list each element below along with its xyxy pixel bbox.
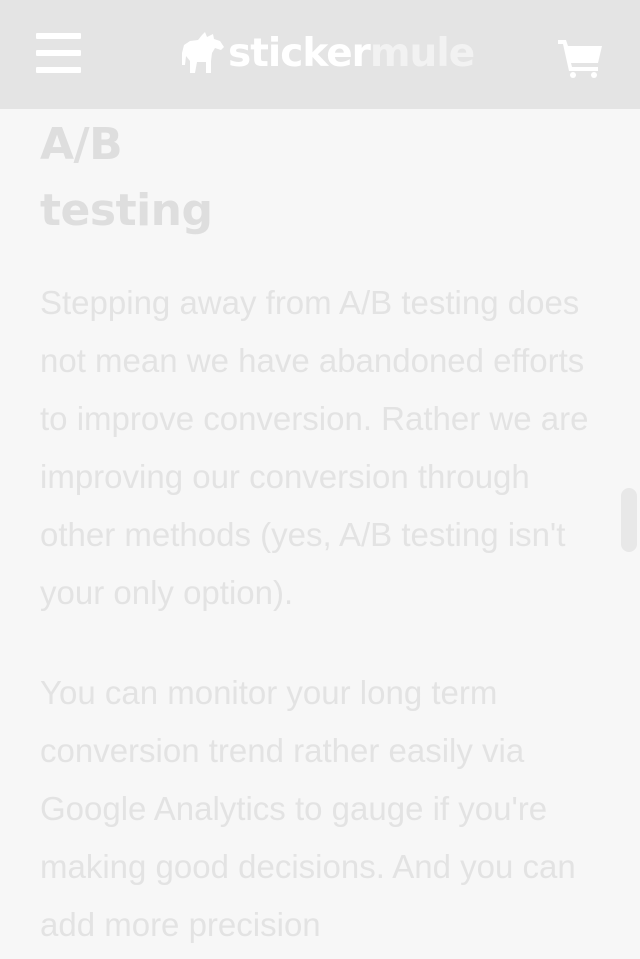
menu-line (36, 67, 81, 73)
mule-logo-icon (182, 32, 224, 73)
stickermule-logo[interactable]: sticker mule (180, 28, 475, 78)
paragraph: Stepping away from A/B testing does not … (40, 284, 589, 611)
top-navigation-bar: sticker mule (0, 0, 640, 109)
shopping-cart-icon[interactable] (556, 36, 604, 78)
article-body: conversion without A/B testing Stepping … (40, 46, 600, 954)
cart-glyph (558, 40, 602, 78)
scrollbar-thumb[interactable] (621, 488, 637, 552)
logo-text-sticker: sticker (228, 30, 371, 76)
page: stickermule conversion without A/B testi… (0, 0, 640, 959)
hamburger-icon[interactable] (36, 32, 82, 74)
menu-line (36, 33, 81, 39)
logo-text-mule: mule (369, 30, 475, 76)
paragraph: You can monitor your long term conversio… (40, 674, 576, 943)
heading-line: testing (40, 185, 213, 236)
menu-line (36, 50, 81, 56)
